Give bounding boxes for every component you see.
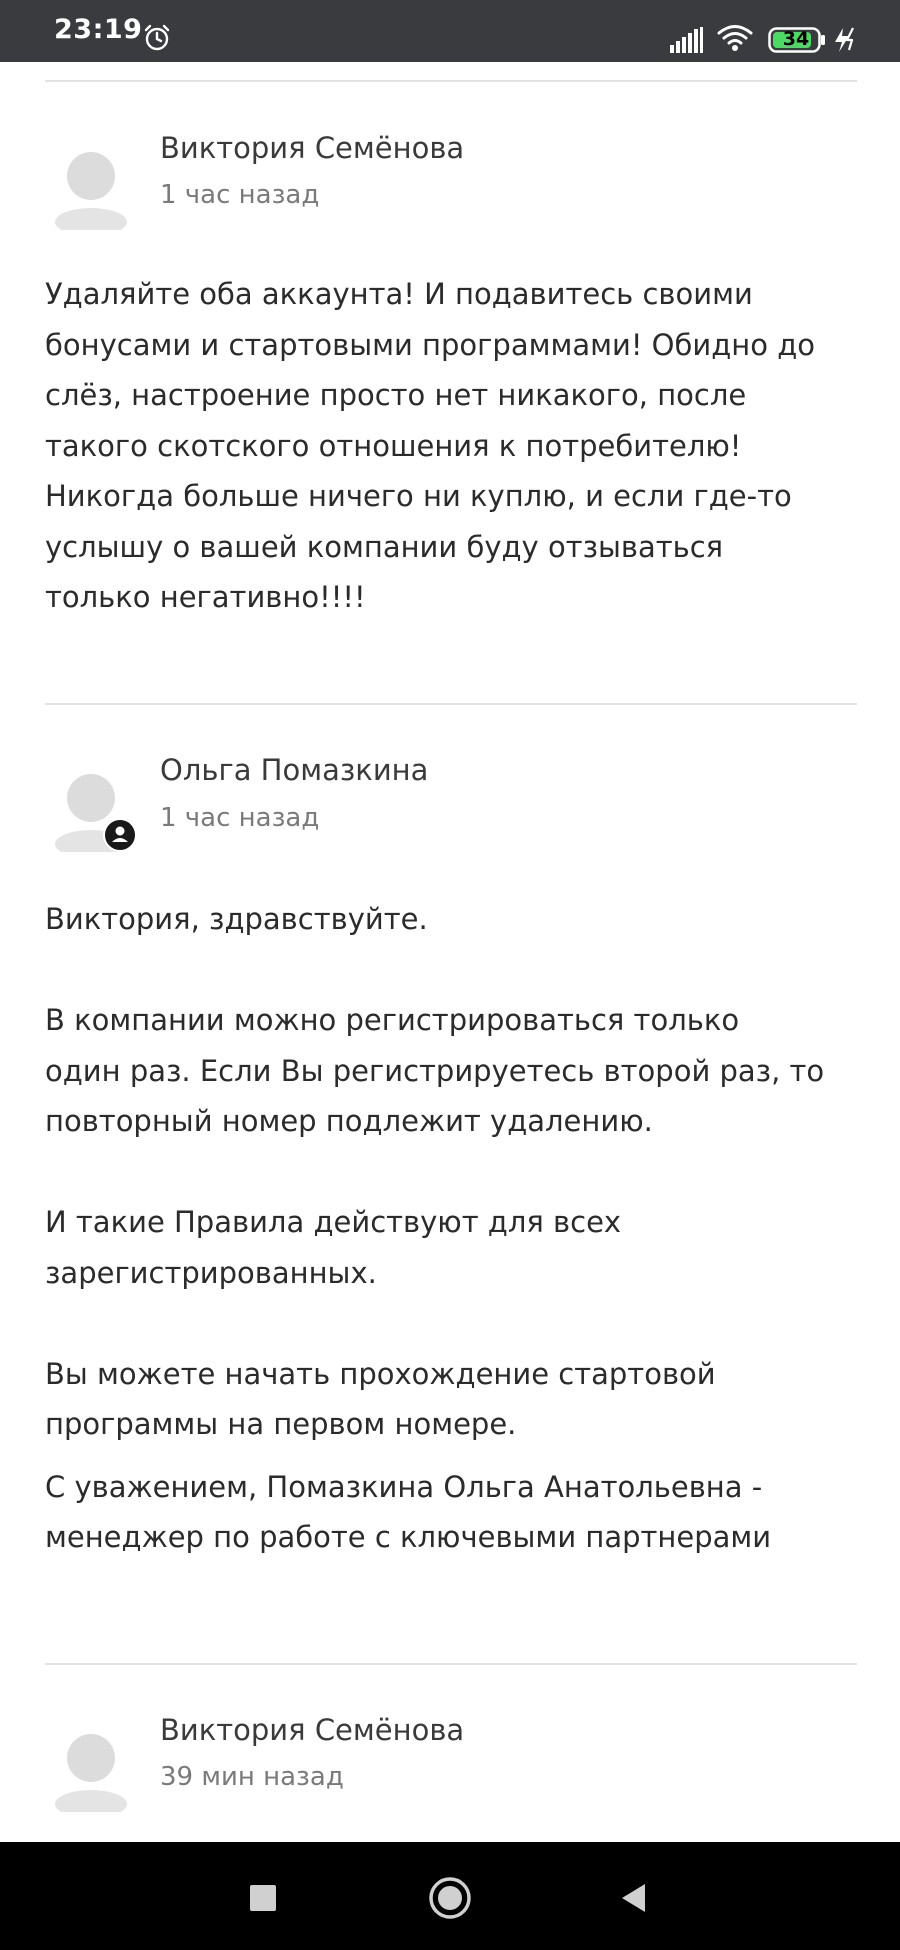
comment-line: Виктория, здравствуйте. — [45, 902, 428, 936]
comment-line: только негативно!!!! — [45, 580, 366, 614]
comment-line: В компании можно регистрироваться только — [45, 1003, 740, 1037]
comment-line: слёз, настроение просто нет никакого, по… — [45, 378, 747, 412]
comment-line: И такие Правила действуют для всех — [45, 1205, 622, 1239]
comment-author[interactable]: Виктория Семёнова — [160, 1713, 464, 1747]
comment-line: С уважением, Помазкина Ольга Анатольевна… — [45, 1469, 763, 1504]
comment-time: 39 мин назад — [160, 1762, 344, 1792]
avatar-placeholder-icon — [55, 152, 127, 230]
comment-author[interactable]: Ольга Помазкина — [160, 753, 428, 787]
comment-line: программы на первом номере. — [45, 1407, 517, 1441]
status-time: 23:19 — [54, 14, 143, 45]
divider — [45, 1663, 857, 1665]
comment-line: такого скотского отношения к потребителю… — [45, 428, 742, 463]
comment-time: 1 час назад — [160, 803, 320, 833]
comment-line: менеджер по работе с ключевыми партнерам… — [45, 1520, 772, 1554]
comment-text: Удаляйте оба аккаунта! И подавитесь свои… — [45, 269, 865, 623]
comment-line: один раз. Если Вы регистрируетесь второй… — [45, 1053, 825, 1088]
divider — [45, 703, 857, 705]
comments-feed[interactable]: Виктория Семёнова 1 час назад Удаляйте о… — [0, 62, 900, 1842]
status-bar: 23:19 34 — [0, 0, 900, 62]
comment-line: Никогда больше ничего ни куплю, и если г… — [45, 479, 792, 513]
wifi-icon — [717, 25, 753, 51]
comment-line: бонусами и стартовыми программами! Обидн… — [45, 327, 816, 362]
comment-line: услышу о вашей компании буду отзываться — [45, 529, 724, 564]
charging-icon — [835, 27, 854, 52]
comment-line: повторный номер подлежит удалению. — [45, 1104, 653, 1138]
recents-button[interactable] — [249, 1884, 277, 1912]
avatar-placeholder-icon — [55, 1734, 127, 1812]
divider — [45, 80, 857, 82]
back-button[interactable] — [619, 1882, 647, 1914]
comment-line: зарегистрированных. — [45, 1255, 377, 1290]
battery-level: 34 — [782, 28, 810, 50]
staff-badge-icon — [103, 818, 137, 852]
home-button[interactable] — [428, 1876, 472, 1920]
comment-author[interactable]: Виктория Семёнова — [160, 131, 464, 165]
comment-line: Вы можете начать прохождение стартовой — [45, 1356, 716, 1391]
comment-time: 1 час назад — [160, 180, 320, 210]
alarm-icon — [144, 24, 170, 51]
comment-text: Виктория, здравствуйте. В компании можно… — [45, 894, 865, 1563]
comment-line: Удаляйте оба аккаунта! И подавитесь свои… — [45, 277, 753, 311]
signal-icon — [670, 27, 703, 53]
system-nav-bar — [0, 1842, 900, 1950]
